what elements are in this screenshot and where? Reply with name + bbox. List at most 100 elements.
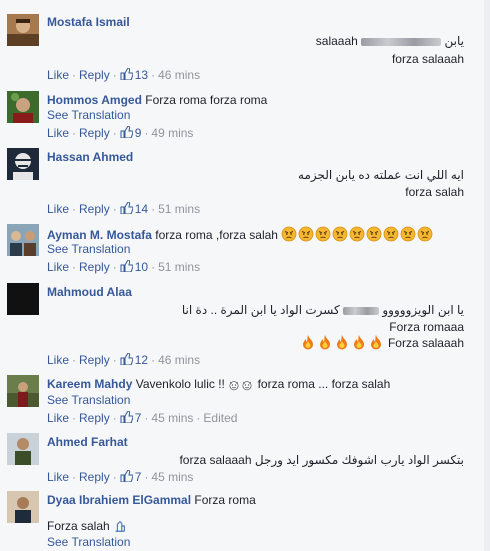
comment-text-line: كسرت الواد يا ابن المرة .. دة انا — [181, 303, 340, 317]
avatar[interactable] — [7, 433, 39, 465]
timestamp[interactable]: 49 mins — [151, 126, 193, 140]
comment-mostafa-ismail: Mostafa Ismail salaaah يابن forza salaaa… — [0, 0, 490, 90]
see-translation-link[interactable]: See Translation — [47, 108, 130, 122]
edited-label[interactable]: Edited — [203, 411, 237, 425]
comment-text: Forza salah — [47, 519, 128, 533]
comment-text: Forza romaaa — [389, 320, 464, 334]
comment-actions: Like · Reply · 10 · 51 mins — [47, 260, 201, 274]
comment-text: يا ابن الويزووووو كسرت الواد يا ابن المر… — [182, 303, 464, 317]
comment-author: Dyaa Ibrahiem ElGammal Forza roma — [47, 493, 256, 507]
timestamp[interactable]: 45 mins — [151, 470, 193, 484]
angry-face-icon — [315, 226, 331, 242]
likes-count[interactable]: 12 — [120, 353, 148, 367]
see-translation-link[interactable]: See Translation — [47, 535, 130, 549]
redacted-blur — [343, 306, 380, 315]
comment-ayman-mostafa: Ayman M. Mostafa forza roma ,forza salah… — [0, 222, 490, 280]
likes-count[interactable]: 14 — [120, 202, 148, 216]
like-button[interactable]: Like — [47, 411, 69, 425]
timestamp[interactable]: 51 mins — [158, 260, 200, 274]
comment-text-line: يا ابن الويزووووو — [382, 303, 464, 317]
likes-count[interactable]: 13 — [120, 68, 148, 82]
comment-text: Forza salaaah — [300, 334, 464, 350]
comment-text-line: Forza salah — [47, 519, 110, 533]
thumbs-up-icon — [120, 126, 133, 138]
like-button[interactable]: Like — [47, 202, 69, 216]
timestamp[interactable]: 46 mins — [158, 353, 200, 367]
comment-ahmed-farhat: Ahmed Farhat forza salaaah بتكسر الواد ي… — [0, 430, 490, 488]
comment-actions: Like · Reply · 13 · 46 mins — [47, 68, 201, 82]
avatar[interactable] — [7, 91, 39, 123]
avatar[interactable] — [7, 491, 39, 523]
reply-button[interactable]: Reply — [79, 126, 110, 140]
thumbs-up-icon — [120, 68, 133, 80]
comment-dyaa-elgammal: Dyaa Ibrahiem ElGammal Forza roma Forza … — [0, 488, 490, 551]
comment-author: Kareem Mahdy Vavenkolo lulic !! forza ro… — [47, 377, 390, 391]
comment-text: forza roma ,forza salah — [155, 228, 278, 242]
likes-count[interactable]: 10 — [120, 260, 148, 274]
reply-button[interactable]: Reply — [79, 260, 110, 274]
fire-icon — [370, 335, 381, 350]
comment-actions: Like · Reply · 7 · 45 mins — [47, 470, 194, 484]
comment-hassan-ahmed: Hassan Ahmed ايه اللي انت عملته ده يابن … — [0, 146, 490, 222]
likes-count-value: 14 — [134, 202, 149, 216]
devil-face-icon — [242, 381, 252, 391]
like-button[interactable]: Like — [47, 126, 69, 140]
reply-button[interactable]: Reply — [79, 68, 110, 82]
fire-icon — [302, 335, 313, 350]
comment-mahmoud-alaa: Mahmoud Alaa يا ابن الويزووووو كسرت الوا… — [0, 280, 490, 372]
like-button[interactable]: Like — [47, 353, 69, 367]
comment-author: Hommos Amged Forza roma forza roma — [47, 93, 267, 107]
comment-author-name[interactable]: Ayman M. Mostafa — [47, 228, 152, 242]
like-button[interactable]: Like — [47, 68, 69, 82]
reply-button[interactable]: Reply — [79, 411, 110, 425]
avatar[interactable] — [7, 283, 39, 315]
thumbs-up-icon — [120, 202, 133, 214]
comment-author-name[interactable]: Dyaa Ibrahiem ElGammal — [47, 493, 191, 507]
comment-actions: Like · Reply · 9 · 49 mins — [47, 126, 194, 140]
avatar[interactable] — [7, 375, 39, 407]
reply-button[interactable]: Reply — [79, 353, 110, 367]
comment-author[interactable]: Hassan Ahmed — [47, 150, 133, 164]
likes-count-value: 9 — [134, 126, 142, 140]
comment-text: Vavenkolo lulic !! — [135, 377, 225, 391]
likes-count[interactable]: 7 — [120, 470, 141, 484]
avatar[interactable] — [7, 14, 39, 46]
comment-author[interactable]: Mostafa Ismail — [47, 15, 130, 29]
fire-icon — [336, 335, 347, 350]
comment-author-name[interactable]: Kareem Mahdy — [47, 377, 132, 391]
timestamp[interactable]: 51 mins — [158, 202, 200, 216]
comment-text: forza salaaah — [391, 52, 464, 66]
see-translation-link[interactable]: See Translation — [47, 242, 130, 256]
thumbs-up-icon — [120, 470, 133, 482]
angry-face-icon — [366, 226, 382, 242]
devil-face-icon — [229, 381, 239, 391]
like-button[interactable]: Like — [47, 260, 69, 274]
comment-hommos-amged: Hommos Amged Forza roma forza roma See T… — [0, 90, 490, 146]
timestamp[interactable]: 45 mins — [151, 411, 193, 425]
comment-text: salaaah يابن — [316, 34, 464, 48]
avatar[interactable] — [7, 224, 39, 256]
avatar[interactable] — [7, 148, 39, 180]
thumbs-up-icon — [120, 411, 133, 423]
likes-count-value: 10 — [134, 260, 149, 274]
like-button[interactable]: Like — [47, 470, 69, 484]
see-translation-link[interactable]: See Translation — [47, 393, 130, 407]
emoji-row — [281, 226, 434, 242]
emoji-row — [300, 335, 385, 350]
angry-face-icon — [298, 226, 314, 242]
likes-count[interactable]: 9 — [120, 126, 142, 140]
fire-icon — [353, 335, 364, 350]
comment-author[interactable]: Ahmed Farhat — [47, 435, 128, 449]
comment-author-name[interactable]: Hommos Amged — [47, 93, 142, 107]
comment-text: forza salah — [405, 185, 464, 199]
likes-count-value: 7 — [134, 411, 142, 425]
comment-author[interactable]: Mahmoud Alaa — [47, 285, 132, 299]
reply-button[interactable]: Reply — [79, 202, 110, 216]
angry-face-icon — [332, 226, 348, 242]
likes-count[interactable]: 7 — [120, 411, 142, 425]
comment-text: Forza roma — [194, 493, 256, 507]
reply-button[interactable]: Reply — [79, 470, 110, 484]
sticker-icon — [115, 520, 125, 532]
timestamp[interactable]: 46 mins — [158, 68, 200, 82]
angry-face-icon — [349, 226, 365, 242]
